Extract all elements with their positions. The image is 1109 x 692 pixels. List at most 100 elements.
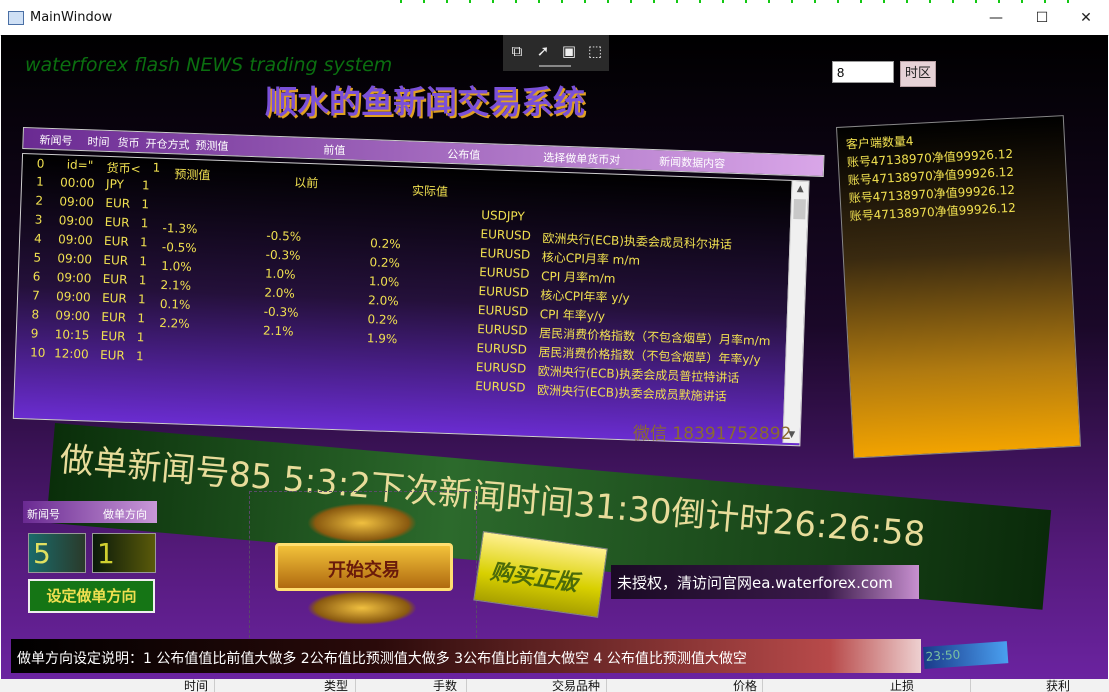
- cell-previous: 2.1%: [262, 323, 294, 339]
- toolbar-grip[interactable]: [539, 65, 571, 67]
- cell-currency: JPY: [105, 176, 125, 192]
- cell-actual: 1.9%: [366, 331, 398, 347]
- scroll-thumb[interactable]: [793, 198, 806, 220]
- cell-time: 09:00: [55, 289, 91, 305]
- orders-col-stoploss[interactable]: 止损: [890, 679, 914, 692]
- pointer-icon[interactable]: ➚: [533, 42, 553, 60]
- cell-actual: 2.0%: [367, 293, 399, 309]
- orders-col-type[interactable]: 类型: [324, 679, 348, 692]
- cell-currency: EUR: [100, 328, 126, 344]
- cell-content: 核心CPI年率 y/y: [540, 288, 630, 306]
- app-window-icon: [8, 11, 24, 25]
- news-grid: 新闻号 时间 货币 开仓方式 预测值 前值 公布值 选择做单货币对 新闻数据内容…: [12, 127, 825, 447]
- cell-actual: 实际值: [411, 183, 449, 199]
- direction-field[interactable]: 1: [92, 533, 156, 573]
- col-header-pair[interactable]: 选择做单货币对: [543, 149, 621, 168]
- orders-col-time[interactable]: 时间: [184, 679, 208, 692]
- cell-pair: EURUSD: [476, 340, 528, 357]
- cell-actual: 1.0%: [368, 274, 400, 290]
- scroll-up-icon[interactable]: ▲: [792, 181, 809, 198]
- select-element-icon[interactable]: ⧉: [507, 42, 527, 60]
- news-id-field[interactable]: 5: [28, 533, 86, 573]
- cell-time: 10:15: [54, 327, 90, 343]
- cell-pair: EURUSD: [479, 246, 531, 262]
- cell-currency: EUR: [103, 233, 130, 249]
- orders-column-header: 时间 类型 手数 交易品种 价格 止损 获利: [0, 679, 1109, 692]
- col-header-previous[interactable]: 前值: [323, 142, 346, 159]
- cell-time: 12:00: [53, 346, 89, 362]
- cell-actual: 0.2%: [367, 312, 399, 328]
- col-header-forecast[interactable]: 预测值: [195, 137, 229, 154]
- clock-text: 23:50: [925, 647, 961, 664]
- cell-forecast: 2.1%: [160, 277, 192, 293]
- cell-id: 9: [30, 326, 39, 341]
- cell-actual: 0.2%: [369, 255, 401, 271]
- cell-mode: 1: [135, 349, 144, 364]
- column-separator[interactable]: [214, 679, 215, 692]
- cell-currency: EUR: [102, 271, 128, 287]
- column-separator[interactable]: [466, 679, 467, 692]
- cell-id: 6: [32, 269, 41, 284]
- cell-currency: EUR: [103, 252, 129, 268]
- wechat-contact: 微信 18391752892: [633, 424, 792, 444]
- brand-text: waterforex flash NEWS trading system: [25, 54, 393, 76]
- orders-col-takeprofit[interactable]: 获利: [1046, 679, 1070, 692]
- cell-time: 09:00: [57, 232, 93, 248]
- frame-icon[interactable]: ▣: [559, 42, 579, 60]
- maximize-button[interactable]: ☐: [1019, 5, 1065, 31]
- column-separator[interactable]: [762, 679, 763, 692]
- title-bar: MainWindow — ☐ ✕: [0, 0, 1109, 36]
- column-separator[interactable]: [606, 679, 607, 692]
- news-scrollbar[interactable]: ▲ ▼: [782, 180, 809, 444]
- timezone-button[interactable]: 时区: [900, 61, 936, 87]
- cell-mode: 1: [140, 216, 149, 231]
- col-header-content[interactable]: 新闻数据内容: [659, 153, 726, 171]
- start-trade-button[interactable]: 开始交易: [267, 503, 463, 625]
- dragon-bottom-icon: [307, 591, 417, 625]
- cell-id: 3: [34, 212, 43, 227]
- col-header-open-mode[interactable]: 开仓方式: [145, 135, 190, 153]
- timezone-input[interactable]: [832, 61, 894, 83]
- start-trade-plaque: 开始交易: [275, 543, 453, 591]
- cell-pair: EURUSD: [478, 284, 530, 300]
- cell-pair: EURUSD: [477, 302, 529, 319]
- close-button[interactable]: ✕: [1063, 5, 1109, 31]
- cell-mode: 1: [137, 311, 146, 326]
- client-count: 客户端数量4: [845, 133, 914, 152]
- col-header-currency[interactable]: 货币: [117, 134, 140, 151]
- orders-col-price[interactable]: 价格: [733, 679, 757, 692]
- cell-time: 09:00: [59, 194, 95, 210]
- cell-id: 2: [35, 193, 44, 208]
- direction-header-news: 新闻号: [27, 508, 60, 521]
- top-edge-marks: [400, 0, 1080, 3]
- cell-time: 09:00: [57, 251, 93, 267]
- minimize-button[interactable]: —: [973, 5, 1019, 31]
- cell-forecast: -0.5%: [161, 239, 197, 256]
- license-status: 未授权，清访问官网ea.waterforex.com: [611, 565, 919, 599]
- column-separator[interactable]: [970, 679, 971, 692]
- page-title: 顺水的鱼新闻交易系统: [265, 83, 586, 121]
- orders-col-lots[interactable]: 手数: [433, 679, 457, 692]
- col-header-news-id[interactable]: 新闻号: [39, 132, 73, 149]
- cell-mode: 1: [137, 292, 146, 307]
- window-title: MainWindow: [30, 10, 113, 25]
- col-header-actual[interactable]: 公布值: [447, 146, 481, 163]
- cell-forecast: 预测值: [174, 167, 211, 183]
- start-trade-label: 开始交易: [328, 560, 400, 581]
- column-separator[interactable]: [355, 679, 356, 692]
- track-icon[interactable]: ⬚: [585, 42, 605, 60]
- cell-currency: EUR: [104, 214, 130, 230]
- cell-currency: EUR: [101, 290, 128, 306]
- license-text: 未授权，清访问官网ea.waterforex.com: [617, 574, 893, 592]
- set-direction-button[interactable]: 设定做单方向: [28, 579, 155, 613]
- cell-content: CPI 月率m/m: [540, 269, 616, 286]
- direction-description-text: 做单方向设定说明：1 公布值值比前值大做多 2公布值比预测值大做多 3公布值比前…: [17, 651, 747, 667]
- cell-pair: EURUSD: [475, 359, 527, 376]
- cell-forecast: 0.1%: [159, 296, 191, 312]
- cell-mode: 1: [138, 273, 147, 288]
- cell-mode: 1: [152, 160, 161, 175]
- col-header-time[interactable]: 时间: [87, 133, 110, 150]
- orders-col-symbol[interactable]: 交易品种: [552, 679, 600, 692]
- cell-currency: EUR: [99, 347, 126, 363]
- dragon-top-icon: [307, 503, 417, 543]
